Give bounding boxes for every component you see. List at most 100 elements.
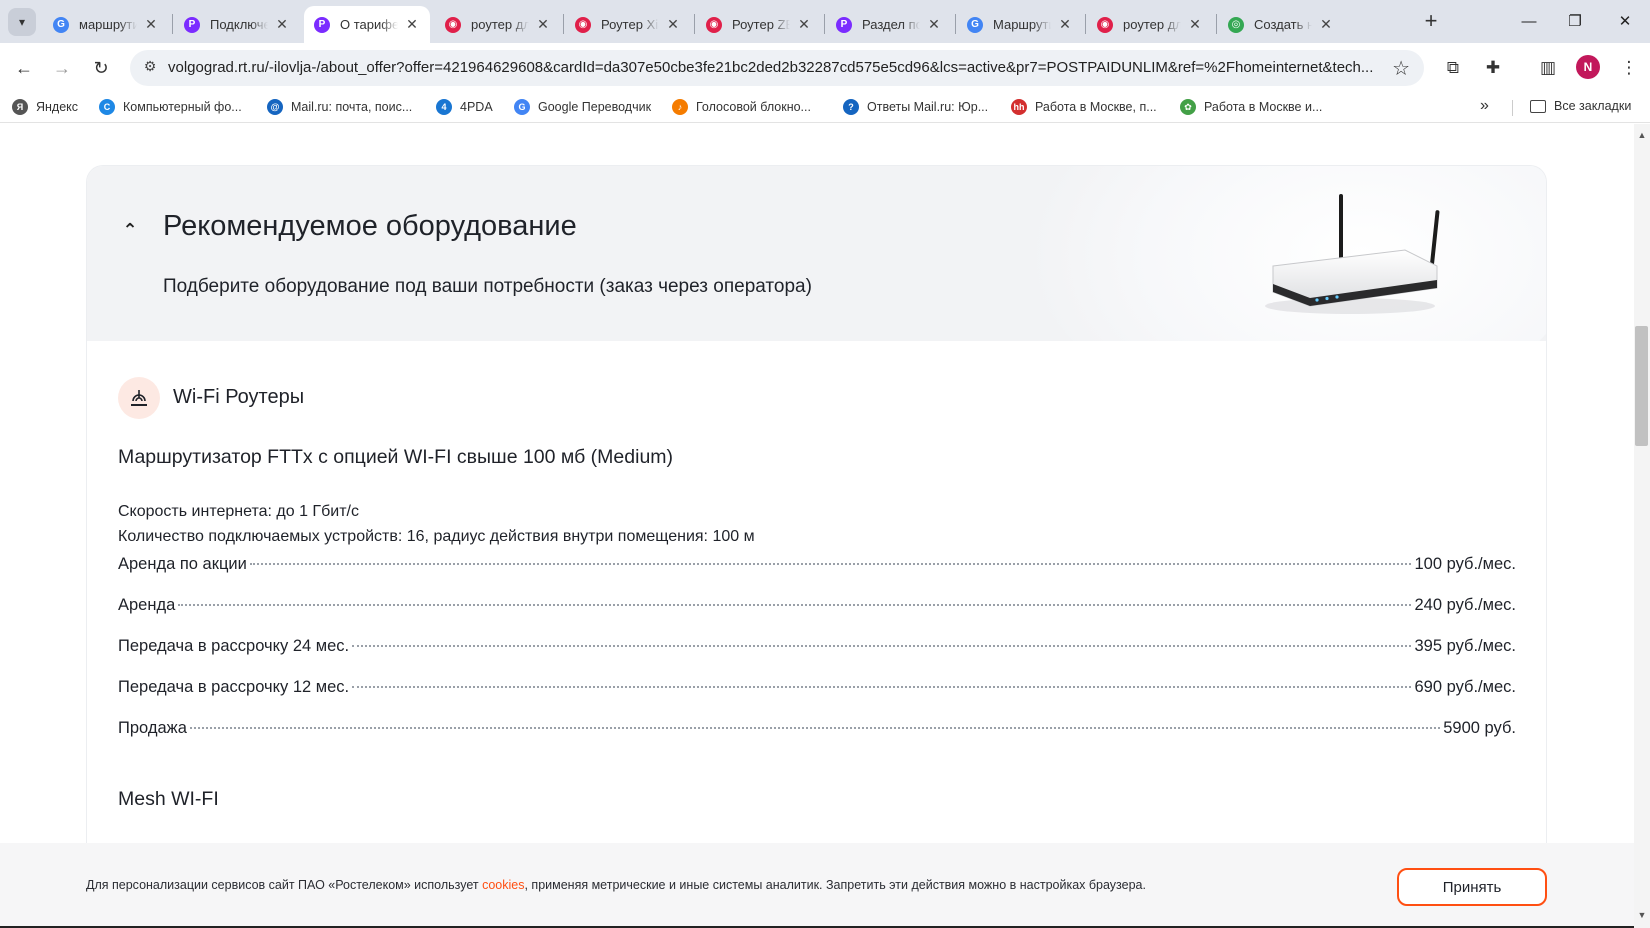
rostelecom-icon: P <box>184 16 200 33</box>
side-panel-icon[interactable]: ▥ <box>1535 55 1561 81</box>
tab-separator <box>172 14 173 34</box>
price-label: Продажа <box>118 719 187 737</box>
profile-avatar[interactable]: N <box>1576 55 1600 79</box>
yandex-icon: Я <box>12 99 28 115</box>
close-window-icon[interactable]: ✕ <box>1602 6 1648 36</box>
scrollbar-thumb[interactable] <box>1635 326 1648 446</box>
mailru-icon: @ <box>267 99 283 115</box>
close-tab-icon[interactable]: ✕ <box>796 16 812 33</box>
tab-10[interactable]: ◎ Создать новое ✕ <box>1218 6 1344 43</box>
close-tab-icon[interactable]: ✕ <box>1187 16 1203 33</box>
dotted-leader <box>189 727 1441 729</box>
equipment-card: ⌃ Рекомендуемое оборудование Подберите о… <box>87 166 1546 928</box>
bookmark-label: Ответы Mail.ru: Юр... <box>867 100 989 114</box>
price-value: 5900 руб. <box>1443 719 1516 737</box>
tab-separator <box>694 14 695 34</box>
reload-icon[interactable]: ↻ <box>86 53 116 83</box>
forward-icon[interactable]: → <box>47 53 77 83</box>
site-info-icon[interactable]: ⚙ <box>140 58 160 78</box>
product-title: Маршрутизатор FTTx с опцией WI-FI свыше … <box>118 446 674 468</box>
url-text[interactable]: volgograd.rt.ru/-ilovlja-/about_offer?of… <box>168 59 1378 76</box>
tab-title: роутер для <box>1123 17 1181 32</box>
chevron-up-icon[interactable]: ⌃ <box>120 220 140 240</box>
bookmark-item[interactable]: C Компьютерный фо... <box>99 99 242 115</box>
bookmark-star-icon[interactable]: ☆ <box>1392 56 1410 81</box>
price-value: 240 руб./мес. <box>1414 596 1516 614</box>
bookmarks-divider <box>1512 100 1513 116</box>
tab-5[interactable]: ◉ Роутер Xiaomi ✕ <box>565 6 691 43</box>
close-tab-icon[interactable]: ✕ <box>665 16 681 33</box>
tab-title: роутер для <box>471 17 529 32</box>
price-value: 395 руб./мес. <box>1414 637 1516 655</box>
bookmarks-bar: Я Яндекс C Компьютерный фо... @ Mail.ru: почт… <box>0 93 1650 123</box>
rostelecom-icon: P <box>314 16 330 33</box>
tab-separator <box>1216 14 1217 34</box>
menu-icon[interactable]: ⋮ <box>1616 55 1642 81</box>
bookmark-item[interactable]: Я Яндекс <box>12 99 78 115</box>
tab-8[interactable]: G Маршрутизатор ✕ <box>957 6 1083 43</box>
cookie-text: Для персонализации сервисов сайт ПАО «Ро… <box>86 878 1146 892</box>
translate-icon[interactable]: ⧉ <box>1440 55 1466 81</box>
dotted-leader <box>249 563 1412 565</box>
close-tab-icon[interactable]: ✕ <box>274 16 290 33</box>
tab-7[interactable]: P Раздел по ✕ <box>826 6 952 43</box>
all-bookmarks-label: Все закладки <box>1554 99 1632 113</box>
close-tab-icon[interactable]: ✕ <box>535 16 551 33</box>
tab-title: Роутер ZBT <box>732 17 790 32</box>
equipment-accordion-header[interactable]: ⌃ Рекомендуемое оборудование Подберите о… <box>87 166 1546 341</box>
bookmark-label: Голосовой блокно... <box>696 100 811 114</box>
close-tab-icon[interactable]: ✕ <box>404 16 420 33</box>
router-image <box>1265 194 1440 314</box>
bookmark-item[interactable]: @ Mail.ru: почта, поис... <box>267 99 412 115</box>
tab-3[interactable]: P О тарифе ✕ <box>304 6 430 43</box>
tab-search-icon[interactable]: ▾ <box>8 8 36 36</box>
answers-icon: ? <box>843 99 859 115</box>
bookmark-item[interactable]: ♪ Голосовой блокно... <box>672 99 811 115</box>
dns-icon: ◉ <box>1097 16 1113 33</box>
rostelecom-icon: P <box>836 16 852 33</box>
bookmark-label: Компьютерный фо... <box>123 100 242 114</box>
price-row: Передача в рассрочку 12 мес. 690 руб./мес… <box>118 678 1516 700</box>
folder-icon <box>1530 99 1546 113</box>
bookmark-item[interactable]: hh Работа в Москве, п... <box>1011 99 1157 115</box>
all-bookmarks-button[interactable]: Все закладки <box>1530 99 1631 113</box>
extensions-icon[interactable]: ✚ <box>1480 55 1506 81</box>
more-bookmarks-icon[interactable]: » <box>1480 97 1489 115</box>
tab-2[interactable]: P Подключение ✕ <box>174 6 300 43</box>
close-tab-icon[interactable]: ✕ <box>1057 16 1073 33</box>
price-value: 100 руб./мес. <box>1414 555 1516 573</box>
scroll-up-icon[interactable]: ▲ <box>1636 130 1648 140</box>
bookmark-item[interactable]: G Google Переводчик <box>514 99 651 115</box>
google-icon: G <box>53 16 69 33</box>
tab-separator <box>824 14 825 34</box>
bookmark-item[interactable]: ? Ответы Mail.ru: Юр... <box>843 99 988 115</box>
tab-9[interactable]: ◉ роутер для ✕ <box>1087 6 1213 43</box>
forum-icon: C <box>99 99 115 115</box>
section-heading: Рекомендуемое оборудование <box>163 210 577 242</box>
accept-cookies-button[interactable]: Принять <box>1397 868 1547 906</box>
close-tab-icon[interactable]: ✕ <box>1318 16 1334 33</box>
dns-icon: ◉ <box>445 16 461 33</box>
jobs-icon: ✿ <box>1180 99 1196 115</box>
scroll-down-icon[interactable]: ▼ <box>1636 910 1648 920</box>
cookies-link[interactable]: cookies <box>482 878 524 892</box>
minimize-icon[interactable]: — <box>1506 6 1552 36</box>
page-scrollbar[interactable] <box>1634 124 1650 928</box>
back-icon[interactable]: ← <box>9 53 39 83</box>
close-tab-icon[interactable]: ✕ <box>926 16 942 33</box>
spec-devices: Количество подключаемых устройств: 16, р… <box>118 528 755 545</box>
tab-4[interactable]: ◉ роутер для ✕ <box>435 6 561 43</box>
tab-1[interactable]: Gмаршрутизатор ✕ <box>43 6 169 43</box>
restore-icon[interactable]: ❐ <box>1552 6 1598 36</box>
close-tab-icon[interactable]: ✕ <box>143 16 159 33</box>
tab-title: О тарифе <box>340 17 398 32</box>
price-row: Аренда по акции 100 руб./мес. <box>118 555 1516 577</box>
tab-6[interactable]: ◉ Роутер ZBT ✕ <box>696 6 822 43</box>
dns-icon: ◉ <box>706 16 722 33</box>
address-bar[interactable]: ⚙ volgograd.rt.ru/-ilovlja-/about_offer?… <box>130 50 1424 86</box>
tab-title: Раздел по <box>862 17 920 32</box>
bookmark-item[interactable]: ✿ Работа в Москве и... <box>1180 99 1322 115</box>
tab-title: Создать новое <box>1254 17 1312 32</box>
new-tab-button[interactable]: + <box>1418 9 1444 35</box>
bookmark-item[interactable]: 4 4PDA <box>436 99 493 115</box>
